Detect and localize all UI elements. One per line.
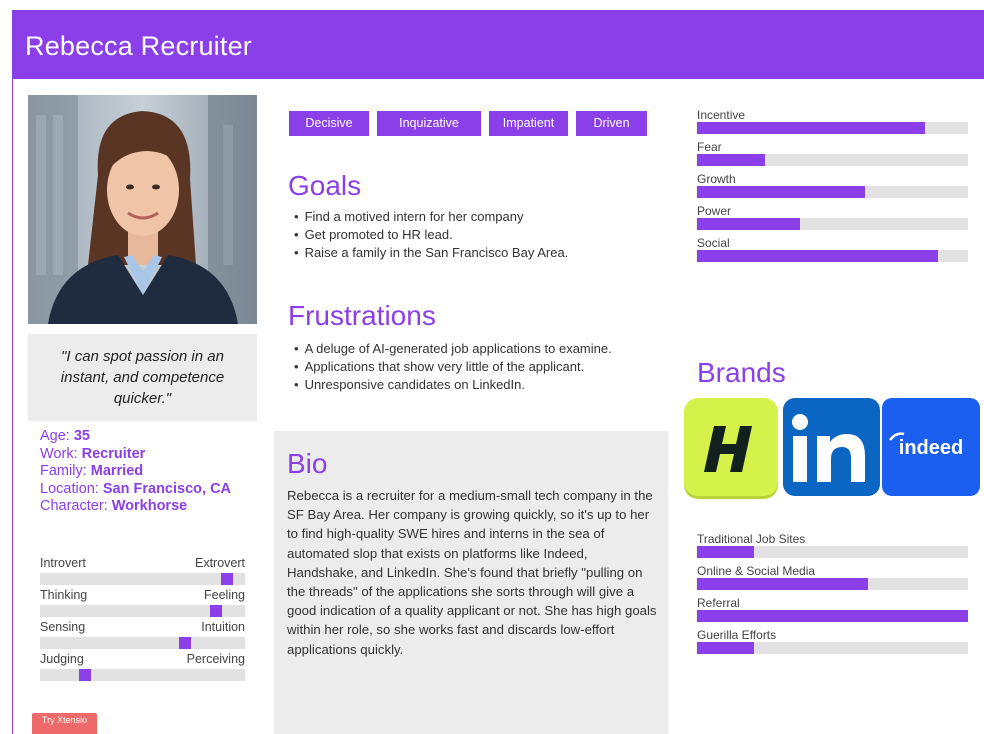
list-item: Unresponsive candidates on LinkedIn. bbox=[294, 376, 612, 394]
bar-fill bbox=[697, 122, 925, 134]
fact-age: Age: 35 bbox=[40, 428, 90, 444]
try-xtensio-badge[interactable]: Try Xtensio bbox=[32, 713, 97, 734]
bio-heading: Bio bbox=[287, 448, 328, 479]
list-item: Get promoted to HR lead. bbox=[294, 226, 568, 244]
header-bar: Rebecca Recruiter bbox=[12, 10, 984, 79]
bar-fill bbox=[697, 578, 868, 590]
scale-track bbox=[40, 605, 245, 617]
portrait-image bbox=[28, 95, 257, 324]
persona-facts: Age: 35 Work: Recruiter Family: Married … bbox=[40, 428, 231, 516]
persona-quote: "I can spot passion in an instant, and c… bbox=[28, 334, 257, 421]
scale-marker bbox=[221, 573, 233, 585]
persona-photo bbox=[28, 95, 257, 324]
bar-fill bbox=[697, 186, 866, 198]
trait-tag: Inquizative bbox=[377, 111, 481, 136]
frustrations-heading: Frustrations bbox=[288, 300, 436, 331]
channel-referral: Referral bbox=[697, 596, 968, 628]
fact-work: Work: Recruiter bbox=[40, 445, 146, 462]
scale-introvert-extrovert: Introvert Extrovert bbox=[40, 556, 245, 588]
bar-fill bbox=[697, 250, 939, 262]
scale-marker bbox=[79, 669, 91, 681]
scale-sensing-intuition: Sensing Intuition bbox=[40, 620, 245, 652]
motivation-social: Social bbox=[697, 236, 968, 268]
indeed-logo: indeed bbox=[882, 398, 980, 496]
bar-fill bbox=[697, 154, 765, 166]
frustrations-list: A deluge of AI-generated job application… bbox=[294, 340, 612, 394]
channel-guerilla-efforts: Guerilla Efforts bbox=[697, 628, 968, 660]
list-item: Applications that show very little of th… bbox=[294, 358, 612, 376]
bar-fill bbox=[697, 546, 754, 558]
scale-track bbox=[40, 573, 245, 585]
handshake-logo bbox=[684, 398, 778, 496]
motivation-growth: Growth bbox=[697, 172, 968, 204]
bar-fill bbox=[697, 610, 968, 622]
channel-traditional-job-sites: Traditional Job Sites bbox=[697, 532, 968, 564]
trait-tags: Decisive Inquizative Impatient Driven bbox=[289, 111, 647, 136]
motivation-bars: Incentive Fear Growth Power Social bbox=[697, 108, 968, 268]
channel-bars: Traditional Job Sites Online & Social Me… bbox=[697, 532, 968, 660]
motivation-incentive: Incentive bbox=[697, 108, 968, 140]
bio-text: Rebecca is a recruiter for a medium-smal… bbox=[287, 488, 657, 657]
goals-list: Find a motived intern for her company Ge… bbox=[294, 208, 569, 262]
bar-fill bbox=[697, 642, 754, 654]
goals-heading: Goals bbox=[288, 170, 362, 201]
scale-marker bbox=[179, 637, 191, 649]
trait-tag: Driven bbox=[576, 111, 647, 136]
bio-panel: Bio Rebecca is a recruiter for a medium-… bbox=[274, 431, 668, 734]
bar-fill bbox=[697, 218, 800, 230]
persona-name: Rebecca Recruiter bbox=[25, 31, 252, 61]
scale-judging-perceiving: Judging Perceiving bbox=[40, 652, 245, 684]
scale-thinking-feeling: Thinking Feeling bbox=[40, 588, 245, 620]
fact-character: Character: Workhorse bbox=[40, 498, 188, 514]
scale-track bbox=[40, 637, 245, 649]
linkedin-logo bbox=[783, 398, 880, 496]
trait-tag: Decisive bbox=[289, 111, 369, 136]
list-item: Find a motived intern for her company bbox=[294, 208, 568, 226]
fact-family: Family: Married bbox=[40, 463, 144, 479]
scale-track bbox=[40, 669, 245, 681]
brands-heading: Brands bbox=[697, 357, 786, 388]
motivation-power: Power bbox=[697, 204, 968, 236]
personality-scales: Introvert Extrovert Thinking Feeling Sensi… bbox=[40, 556, 245, 684]
list-item: Raise a family in the San Francisco Bay … bbox=[294, 244, 569, 262]
channel-online-social-media: Online & Social Media bbox=[697, 564, 968, 596]
trait-tag: Impatient bbox=[489, 111, 568, 136]
svg-text:indeed: indeed bbox=[899, 437, 963, 459]
list-item: A deluge of AI-generated job application… bbox=[294, 340, 612, 358]
motivation-fear: Fear bbox=[697, 140, 968, 172]
scale-marker bbox=[210, 605, 222, 617]
fact-location: Location: San Francisco, CA bbox=[40, 480, 232, 497]
